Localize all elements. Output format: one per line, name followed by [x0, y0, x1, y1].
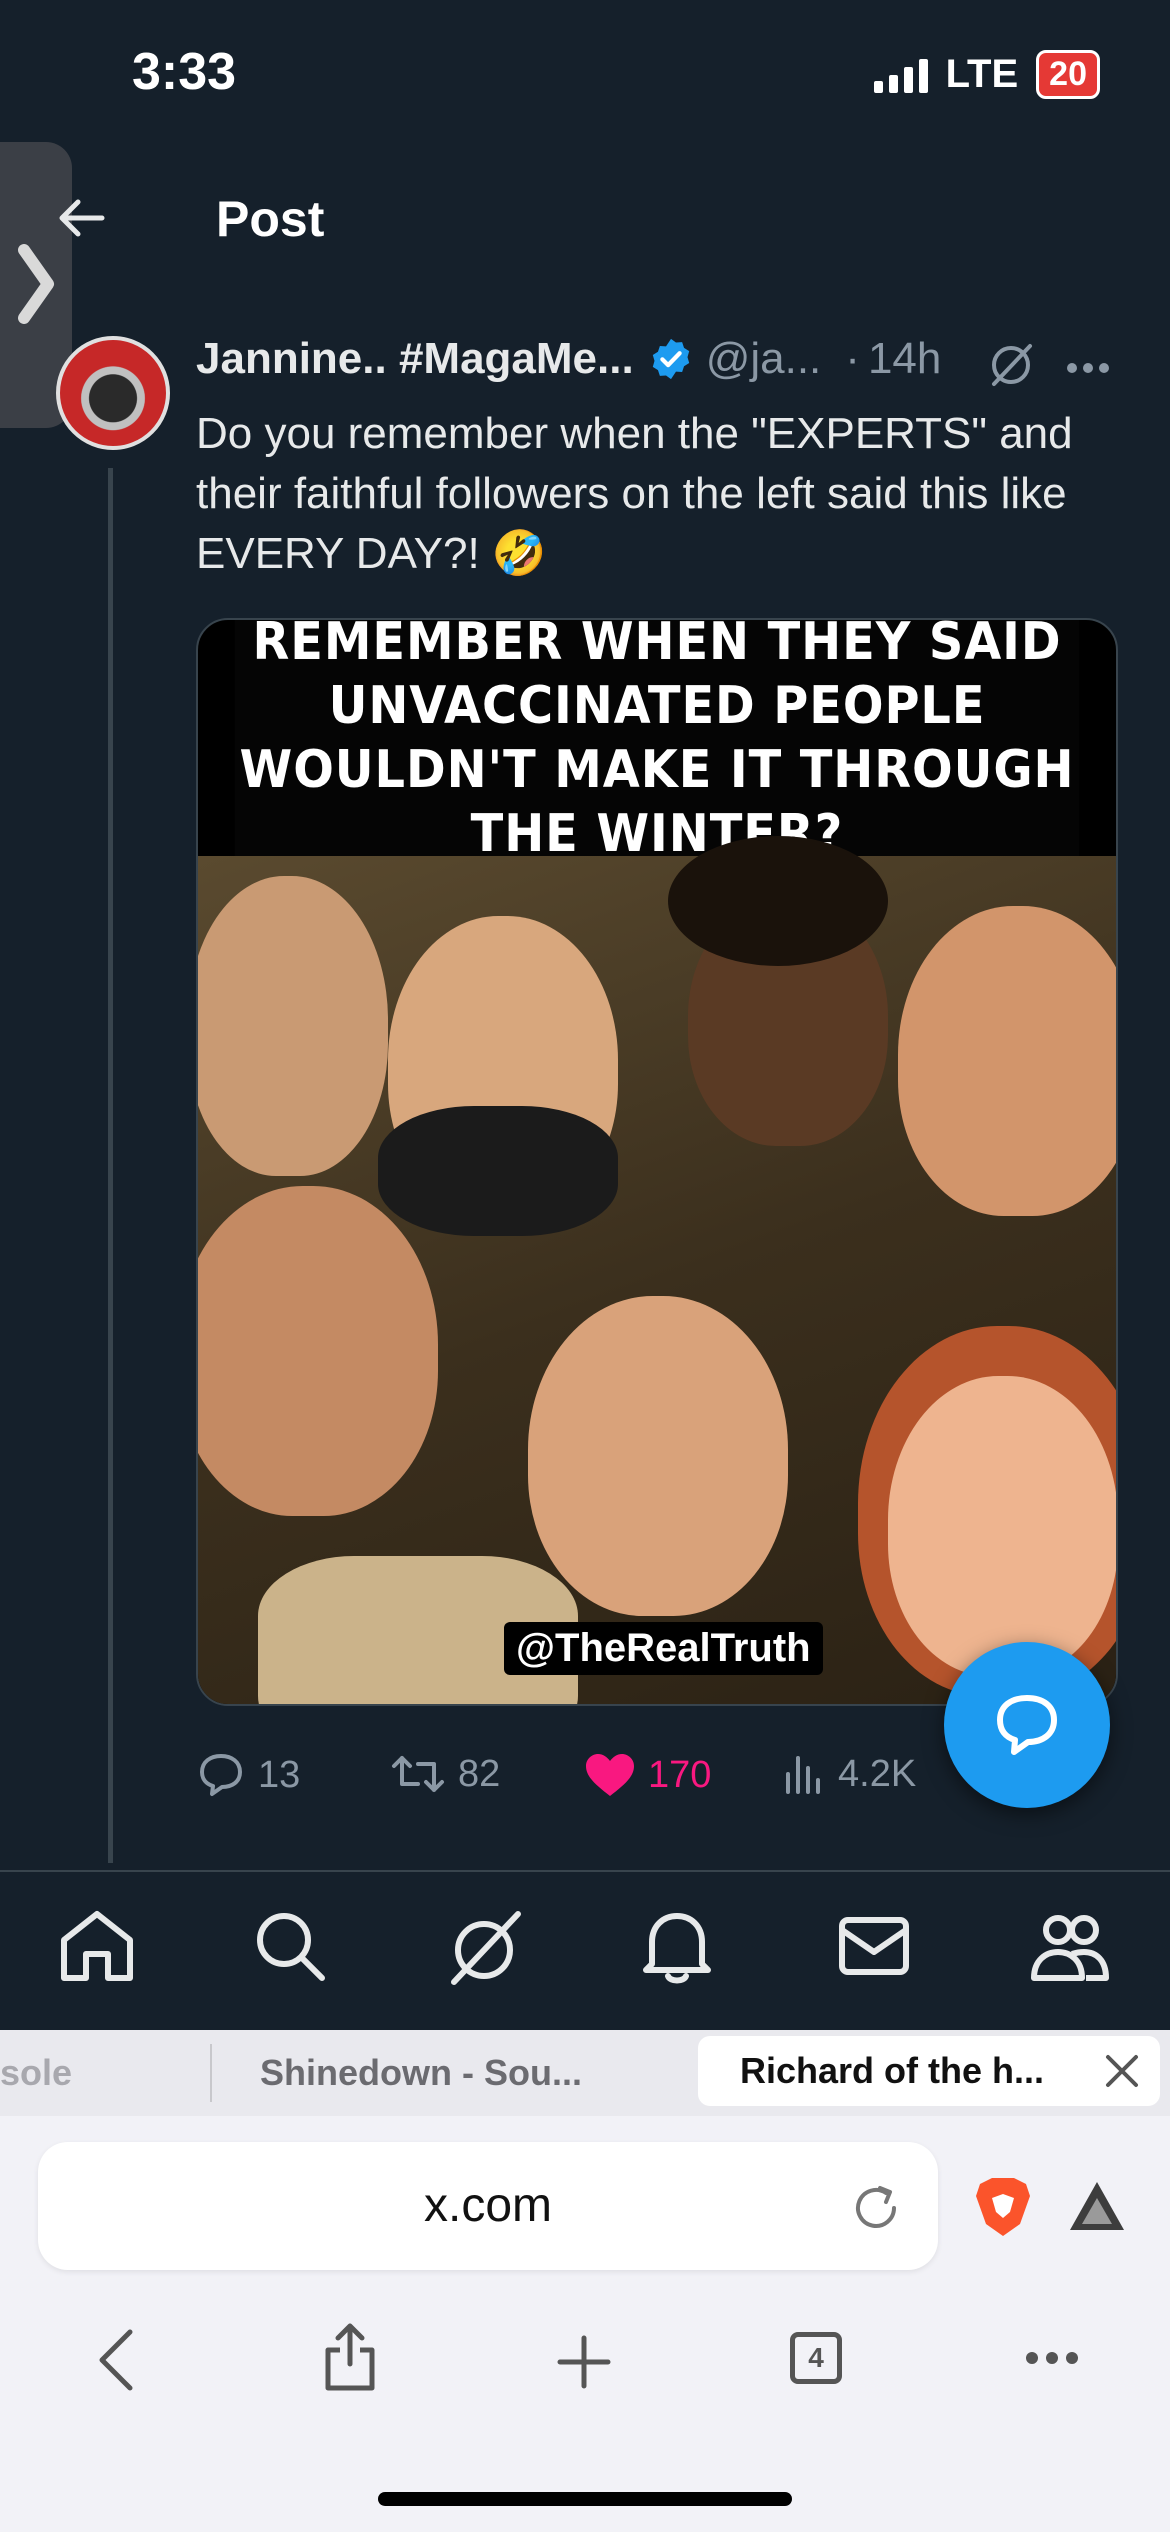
- page-title: Post: [216, 191, 325, 247]
- browser-tab-strip: sole Shinedown - Sou... Richard of the h…: [0, 2030, 1170, 2116]
- tab-divider: [210, 2044, 212, 2102]
- reply-icon: [200, 1754, 242, 1796]
- like-count: 170: [648, 1753, 712, 1796]
- share-icon[interactable]: [322, 2322, 378, 2392]
- view-count: 4.2K: [838, 1752, 917, 1795]
- post-time: 14h: [867, 334, 942, 383]
- meme-caption: REMEMBER WHEN THEY SAID UNVACCINATED PEO…: [234, 620, 1080, 864]
- communities-icon[interactable]: [1030, 1908, 1110, 1986]
- repost-count: 82: [458, 1752, 501, 1795]
- post-image[interactable]: REMEMBER WHEN THEY SAID UNVACCINATED PEO…: [196, 618, 1118, 1706]
- browser-tab-active[interactable]: Richard of the h...: [698, 2036, 1160, 2106]
- compose-reply-button[interactable]: [944, 1642, 1110, 1808]
- tab-switcher-button[interactable]: 4: [790, 2332, 842, 2384]
- author-name[interactable]: Jannine.. #MagaMe...: [196, 334, 634, 384]
- status-indicators: LTE 20: [873, 50, 1100, 99]
- chat-bubble-icon: [997, 1695, 1057, 1755]
- search-icon[interactable]: [252, 1908, 328, 1984]
- tab-count: 4: [808, 2342, 824, 2373]
- signal-icon: [873, 57, 928, 93]
- author-row: Jannine.. #MagaMe... @ja... · 14h: [196, 334, 941, 384]
- like-button[interactable]: 170: [584, 1752, 711, 1798]
- chevron-right-icon: [18, 244, 54, 324]
- views-button[interactable]: 4.2K: [782, 1752, 916, 1796]
- nav-divider: [0, 1870, 1170, 1872]
- brave-rewards-icon[interactable]: [1066, 2178, 1128, 2234]
- browser-tab[interactable]: sole: [0, 2030, 200, 2116]
- views-icon: [786, 1756, 820, 1794]
- browser-tab[interactable]: Shinedown - Sou...: [260, 2030, 680, 2116]
- more-options-icon[interactable]: [1066, 362, 1110, 374]
- reply-button[interactable]: 13: [196, 1752, 300, 1798]
- more-menu-icon[interactable]: [1024, 2350, 1080, 2366]
- home-icon[interactable]: [58, 1908, 136, 1984]
- laughing-people-photo: [198, 836, 1116, 1704]
- avatar[interactable]: [56, 336, 170, 450]
- back-arrow-icon[interactable]: [56, 196, 106, 240]
- separator-dot: ·: [845, 334, 860, 383]
- new-tab-plus-icon[interactable]: [556, 2334, 612, 2390]
- network-label: LTE: [945, 52, 1019, 96]
- image-watermark: @TheRealTruth: [504, 1622, 823, 1675]
- battery-icon: 20: [1036, 50, 1100, 99]
- heart-icon: [586, 1754, 634, 1796]
- verified-badge-icon: [652, 338, 689, 380]
- grok-icon[interactable]: [446, 1908, 526, 1988]
- thread-line: [108, 468, 113, 1863]
- tab-label: Shinedown - Sou...: [260, 2052, 582, 2093]
- tab-label: sole: [0, 2052, 73, 2093]
- repost-icon: [392, 1756, 444, 1792]
- status-time: 3:33: [132, 43, 237, 101]
- grok-icon[interactable]: [986, 340, 1036, 390]
- reload-icon[interactable]: [850, 2182, 902, 2234]
- address-bar[interactable]: x.com: [38, 2142, 938, 2270]
- brave-shields-icon[interactable]: [972, 2174, 1034, 2238]
- repost-button[interactable]: 82: [390, 1752, 500, 1796]
- post-text: Do you remember when the "EXPERTS" and t…: [196, 409, 1073, 578]
- tab-label: Richard of the h...: [740, 2050, 1045, 2091]
- url-text: x.com: [423, 2179, 552, 2232]
- messages-icon[interactable]: [836, 1908, 912, 1984]
- notifications-bell-icon[interactable]: [642, 1908, 712, 1986]
- close-tab-icon[interactable]: [1104, 2053, 1140, 2089]
- back-icon[interactable]: [92, 2328, 142, 2392]
- home-indicator: [378, 2492, 792, 2506]
- author-handle[interactable]: @ja...: [706, 334, 822, 384]
- reply-count: 13: [258, 1753, 301, 1796]
